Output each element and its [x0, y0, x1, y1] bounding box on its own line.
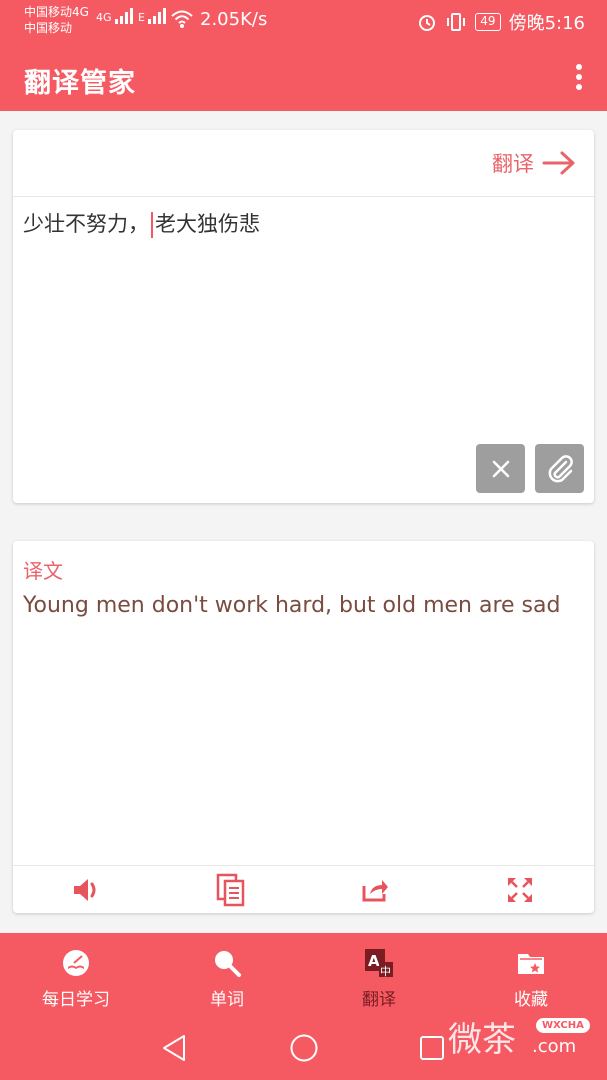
share-icon	[362, 880, 388, 902]
nav-item-words[interactable]: 单词	[162, 947, 292, 1010]
copy-button[interactable]	[215, 873, 247, 907]
source-text-after: 老大独伤悲	[155, 212, 260, 236]
translate-button-label: 翻译	[492, 152, 534, 176]
vibrate-icon	[447, 13, 466, 31]
daily-study-icon	[60, 947, 92, 979]
translate-button[interactable]: 翻译	[492, 148, 576, 178]
nav-item-daily-study[interactable]: 每日学习	[11, 947, 141, 1010]
translate-icon: A中	[363, 947, 395, 979]
nav-label-words: 单词	[210, 990, 244, 1010]
speaker-icon	[74, 879, 96, 901]
translate-row: 翻译	[13, 130, 594, 197]
watermark-domain: .com	[532, 1036, 577, 1057]
wifi-icon	[170, 9, 194, 32]
carrier-2: 中国移动	[24, 21, 73, 35]
watermark-badge: WXCHA	[536, 1018, 590, 1033]
favorites-folder-icon	[515, 947, 547, 979]
nav-item-translate[interactable]: A中 翻译	[314, 947, 444, 1010]
output-card: 译文 Young men don't work hard, but old me…	[13, 541, 594, 913]
fullscreen-button[interactable]	[504, 874, 536, 906]
text-caret	[151, 212, 153, 238]
nav-label-daily-study: 每日学习	[42, 990, 110, 1010]
source-text-before: 少壮不努力，	[23, 212, 149, 236]
speak-button[interactable]	[70, 874, 102, 906]
back-triangle-icon	[163, 1035, 185, 1061]
signal-2-label: E	[138, 11, 145, 24]
input-card: 翻译 少壮不努力， 老大独伤悲	[13, 130, 594, 503]
source-text-input[interactable]: 少壮不努力， 老大独伤悲	[23, 208, 260, 238]
search-icon	[211, 947, 243, 979]
nav-label-translate: 翻译	[362, 990, 396, 1010]
app-bar: 翻译管家	[0, 44, 607, 111]
translation-actions	[13, 865, 594, 913]
carrier-1: 中国移动4G	[24, 5, 89, 19]
translation-label: 译文	[23, 559, 63, 583]
nav-item-favorites[interactable]: 收藏	[466, 947, 596, 1010]
attach-button[interactable]	[535, 444, 584, 493]
paperclip-icon	[548, 454, 573, 482]
home-circle-icon	[290, 1034, 318, 1062]
svg-text:中: 中	[380, 965, 391, 978]
system-home-button[interactable]	[284, 1030, 324, 1066]
clear-button[interactable]	[476, 444, 525, 493]
more-vert-icon[interactable]	[575, 64, 583, 90]
alarm-icon	[419, 15, 436, 31]
carrier-info: 中国移动4G 中国移动	[24, 4, 89, 36]
fullscreen-icon	[508, 878, 532, 902]
app-title: 翻译管家	[24, 68, 136, 99]
translation-text[interactable]: Young men don't work hard, but old men a…	[23, 593, 560, 618]
signal-1-icon: 4G	[96, 8, 134, 24]
close-icon	[492, 460, 509, 477]
share-button[interactable]	[359, 874, 391, 906]
clock: 傍晚5:16	[508, 13, 585, 34]
svg-text:A: A	[368, 952, 380, 970]
signal-1-label: 4G	[96, 11, 112, 24]
status-right: 49 傍晚5:16	[417, 9, 585, 35]
status-bar: 中国移动4G 中国移动 4G E 2.05K/s 49 傍晚5:16	[0, 0, 607, 44]
nav-label-favorites: 收藏	[514, 990, 548, 1010]
system-back-button[interactable]	[154, 1030, 194, 1066]
watermark: 微茶	[448, 1020, 516, 1060]
copy-icon	[216, 873, 245, 907]
battery-icon: 49	[475, 13, 501, 31]
network-speed: 2.05K/s	[200, 9, 268, 30]
arrow-right-icon	[542, 151, 575, 175]
signal-2-icon: E	[138, 8, 167, 24]
recents-square-icon	[420, 1036, 444, 1060]
system-recents-button[interactable]	[412, 1030, 452, 1066]
